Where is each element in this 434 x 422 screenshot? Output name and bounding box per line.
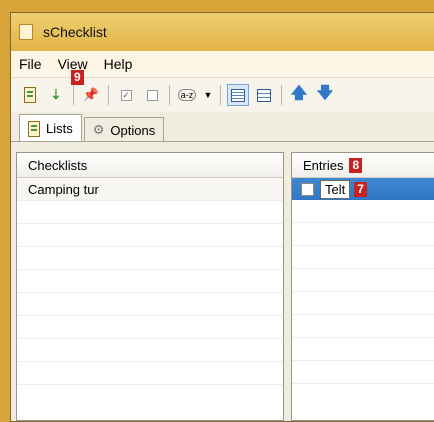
uncheck-icon bbox=[146, 89, 158, 101]
empty-row bbox=[292, 315, 434, 338]
list-view-icon bbox=[257, 88, 271, 102]
toolbar-separator bbox=[108, 85, 109, 105]
entries-header[interactable]: Entries 8 bbox=[292, 153, 434, 178]
empty-row bbox=[292, 200, 434, 223]
empty-row bbox=[292, 269, 434, 292]
pin-icon: 📌 bbox=[82, 87, 100, 102]
move-up-button[interactable]: 🡅 bbox=[288, 84, 310, 106]
list-item[interactable]: Camping tur bbox=[17, 178, 283, 201]
move-up-icon: 🡅 bbox=[290, 84, 308, 102]
move-down-button[interactable]: 🡇 bbox=[314, 84, 336, 106]
app-icon bbox=[19, 24, 33, 40]
uncheck-button[interactable] bbox=[141, 84, 163, 106]
callout-badge-entry: 7 bbox=[354, 181, 367, 197]
pin-button[interactable]: 📌 bbox=[80, 84, 102, 106]
tab-options-label: Options bbox=[110, 122, 156, 138]
menu-help[interactable]: Help bbox=[96, 56, 141, 72]
callout-badge-toolbar: 9 bbox=[71, 70, 84, 85]
entry-checkbox[interactable] bbox=[301, 182, 314, 196]
sort-button[interactable]: a-z bbox=[176, 84, 198, 106]
check-icon: ✓ bbox=[120, 89, 132, 101]
tab-lists[interactable]: Lists bbox=[19, 114, 82, 142]
empty-row bbox=[17, 293, 283, 316]
entry-edit-field[interactable]: Telt bbox=[320, 179, 351, 199]
empty-row bbox=[292, 292, 434, 315]
empty-row bbox=[292, 338, 434, 361]
tab-options[interactable]: ⚙ Options bbox=[83, 117, 165, 142]
toolbar-separator bbox=[281, 85, 282, 105]
sort-dropdown-button[interactable]: ▼ bbox=[202, 84, 214, 106]
toolbar: ⇣ 📌 ✓ a-z ▼ 🡅 🡇 9 bbox=[11, 70, 434, 112]
entry-row[interactable]: Telt 7 bbox=[292, 178, 434, 200]
checklists-header-label: Checklists bbox=[28, 157, 88, 173]
new-checklist-icon bbox=[24, 87, 36, 103]
empty-row bbox=[17, 362, 283, 385]
new-checklist-button[interactable] bbox=[19, 84, 41, 106]
grid-view-icon bbox=[231, 88, 245, 102]
grid-view-button[interactable] bbox=[227, 84, 249, 106]
new-entry-button[interactable]: ⇣ bbox=[45, 84, 67, 106]
title-bar[interactable]: sChecklist bbox=[11, 13, 434, 51]
toolbar-separator bbox=[220, 85, 221, 105]
gear-icon: ⚙ bbox=[92, 122, 105, 137]
list-view-button[interactable] bbox=[253, 84, 275, 106]
empty-row bbox=[292, 246, 434, 269]
empty-row bbox=[292, 361, 434, 384]
empty-row bbox=[17, 201, 283, 224]
move-down-icon: 🡇 bbox=[316, 84, 334, 102]
empty-row bbox=[292, 223, 434, 246]
empty-row bbox=[17, 339, 283, 362]
empty-row bbox=[17, 224, 283, 247]
dropdown-icon: ▼ bbox=[203, 90, 213, 100]
empty-row bbox=[17, 270, 283, 293]
app-window: sChecklist File View Help ⇣ 📌 ✓ a-z ▼ 🡅 … bbox=[10, 12, 434, 422]
lists-icon bbox=[28, 120, 40, 137]
empty-row bbox=[17, 247, 283, 270]
callout-badge-entries: 8 bbox=[349, 157, 363, 173]
menu-file[interactable]: File bbox=[11, 56, 50, 72]
checklists-header[interactable]: Checklists bbox=[17, 153, 283, 178]
empty-row bbox=[17, 316, 283, 339]
toolbar-separator bbox=[73, 85, 74, 105]
list-item-label: Camping tur bbox=[28, 181, 99, 197]
check-button[interactable]: ✓ bbox=[115, 84, 137, 106]
tab-content: Checklists Camping tur Entries 8 Telt 7 bbox=[11, 141, 434, 421]
entries-pane: Entries 8 Telt 7 bbox=[291, 152, 434, 421]
sort-icon: a-z bbox=[177, 89, 197, 101]
tab-strip: Lists ⚙ Options bbox=[11, 112, 434, 142]
tab-lists-label: Lists bbox=[46, 121, 73, 136]
window-title: sChecklist bbox=[43, 24, 107, 40]
new-entry-icon: ⇣ bbox=[50, 87, 62, 102]
toolbar-separator bbox=[169, 85, 170, 105]
checklists-pane: Checklists Camping tur bbox=[16, 152, 284, 421]
entries-header-label: Entries bbox=[303, 157, 344, 173]
